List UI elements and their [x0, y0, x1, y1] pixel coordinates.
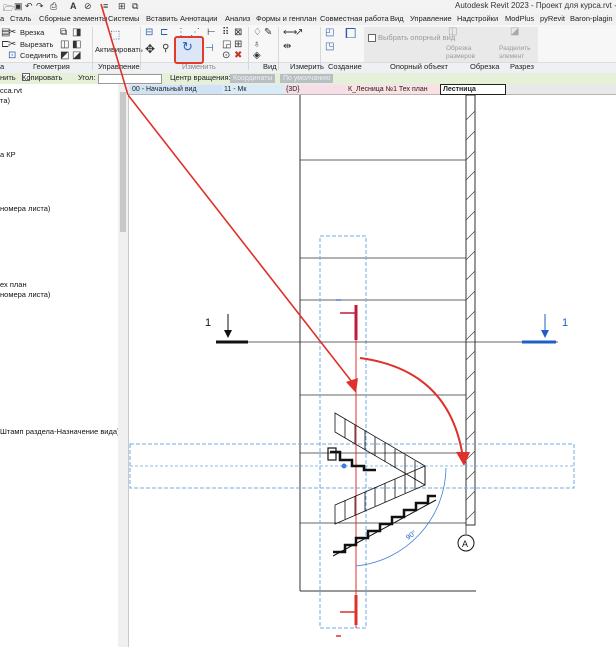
- panel-line: номера листа): [0, 290, 51, 299]
- panel-line: Штамп раздела-Назначение вида): [0, 427, 120, 436]
- stair-profile-lower: [333, 494, 436, 554]
- panel-line: та): [0, 96, 11, 105]
- section-arrowhead-right: [541, 330, 549, 338]
- stair-upper-flight: [334, 412, 426, 486]
- rotation-direction-arrow: [359, 357, 464, 459]
- properties-panel: сса.rvt та) а КР номера листа) ех план н…: [0, 84, 129, 647]
- tutorial-arrow-overlay: [100, 3, 129, 95]
- rotation-center-point[interactable]: [341, 463, 347, 469]
- tutorial-arrow-shaft: [128, 95, 353, 383]
- scrollbar-thumb[interactable]: [120, 92, 126, 232]
- panel-line: ех план: [0, 280, 27, 289]
- tutorial-arrowhead: [346, 378, 358, 393]
- stair-profile-upper: [330, 450, 376, 472]
- tutorial-arrow-start: [100, 3, 129, 95]
- angle-annotation: 90°: [405, 529, 418, 542]
- level-lines: [300, 159, 466, 524]
- section-label-left: 1: [205, 317, 211, 329]
- panel-line: а КР: [0, 150, 16, 159]
- stair-landing-box: [327, 447, 337, 461]
- hatched-wall: [465, 95, 476, 526]
- section-arrowhead-left: [224, 330, 232, 338]
- crop-region[interactable]: [319, 235, 367, 629]
- stair-lower-flight: [334, 465, 426, 525]
- stair-stringer: [332, 499, 437, 557]
- section-label-right: 1: [562, 317, 568, 329]
- panel-line: номера листа): [0, 204, 51, 213]
- grid-bubble-label: A: [462, 539, 468, 549]
- drawing-canvas[interactable]: 1 1 90° A: [128, 95, 616, 647]
